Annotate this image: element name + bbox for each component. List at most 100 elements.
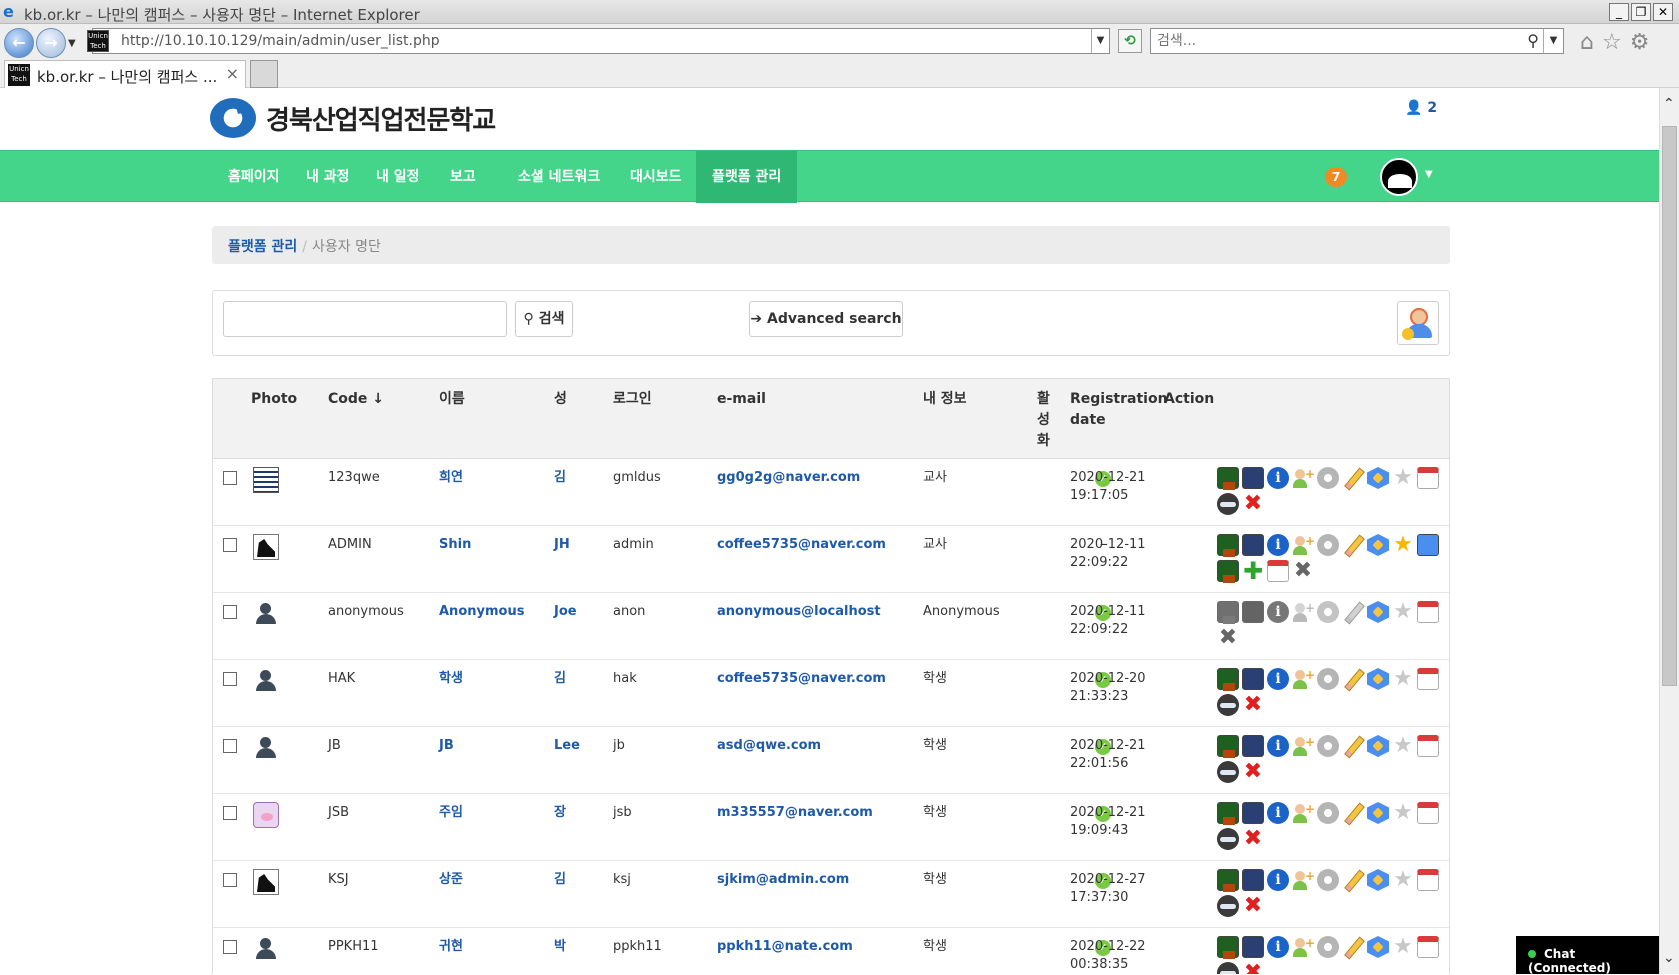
skills-badge-icon[interactable] — [1367, 601, 1389, 623]
tab-close-icon[interactable]: × — [226, 64, 239, 83]
add-to-group-icon[interactable]: + — [1292, 802, 1315, 824]
course-board-icon[interactable] — [1217, 802, 1239, 825]
user-first-name[interactable]: Shin — [439, 536, 471, 554]
row-checkbox[interactable] — [223, 806, 237, 820]
calendar-icon[interactable] — [1417, 668, 1439, 690]
add-icon[interactable]: ✚ — [1242, 559, 1264, 583]
url-text[interactable]: http://10.10.10.129/main/admin/user_list… — [121, 33, 440, 49]
user-photo[interactable] — [253, 869, 279, 895]
nav-my-agenda[interactable]: 내 일정 — [360, 151, 436, 203]
settings-icon[interactable] — [1317, 467, 1339, 489]
user-last-name[interactable]: 김 — [554, 469, 566, 487]
login-as-icon[interactable] — [1217, 962, 1239, 974]
skills-badge-icon[interactable] — [1367, 802, 1389, 824]
header-login[interactable]: 로그인 — [613, 389, 652, 410]
settings-icon[interactable] — [1317, 735, 1339, 757]
chat-button[interactable]: Chat (Connected) — [1516, 936, 1659, 975]
calendar-icon[interactable] — [1417, 936, 1439, 958]
info-icon[interactable]: i — [1267, 802, 1289, 824]
header-last-name[interactable]: 성 — [554, 389, 567, 410]
search-dropdown-icon[interactable]: ▼ — [1543, 29, 1563, 53]
page-scrollbar[interactable]: ⌃ ⌄ — [1659, 88, 1679, 974]
course-board-icon[interactable] — [1217, 735, 1239, 758]
edit-pencil-icon[interactable] — [1342, 735, 1364, 757]
star-icon[interactable]: ★ — [1392, 601, 1414, 623]
user-email[interactable]: coffee5735@naver.com — [717, 536, 886, 554]
site-logo[interactable]: 경북산업직업전문학교 — [210, 98, 496, 138]
user-last-name[interactable]: Lee — [554, 737, 580, 755]
user-email[interactable]: coffee5735@naver.com — [717, 670, 886, 688]
skills-badge-icon[interactable] — [1367, 735, 1389, 757]
calendar-icon[interactable] — [1417, 802, 1439, 824]
settings-icon[interactable] — [1317, 601, 1339, 623]
header-code[interactable]: Code ↓ — [328, 389, 384, 410]
minimize-icon[interactable]: _ — [1609, 3, 1629, 21]
row-checkbox[interactable] — [223, 672, 237, 686]
calendar-icon[interactable] — [1417, 869, 1439, 891]
refresh-button[interactable]: ⟲ — [1118, 29, 1142, 53]
calendar-icon[interactable] — [1267, 560, 1289, 582]
info-icon[interactable]: i — [1267, 668, 1289, 690]
edit-pencil-icon[interactable] — [1342, 467, 1364, 489]
star-icon[interactable]: ★ — [1392, 936, 1414, 958]
row-checkbox[interactable] — [223, 538, 237, 552]
projector-icon[interactable] — [1242, 601, 1264, 623]
info-icon[interactable]: i — [1267, 534, 1289, 556]
user-first-name[interactable]: 학생 — [439, 670, 463, 688]
add-to-group-icon[interactable]: + — [1292, 735, 1315, 757]
back-button[interactable]: ← — [4, 28, 34, 58]
user-first-name[interactable]: 주임 — [439, 804, 463, 822]
delete-icon[interactable]: ✖ — [1242, 493, 1264, 515]
course-board-icon[interactable] — [1217, 869, 1239, 892]
row-checkbox[interactable] — [223, 605, 237, 619]
nav-reporting[interactable]: 보고 — [434, 151, 492, 203]
user-first-name[interactable]: 귀현 — [439, 938, 463, 956]
course-board-icon[interactable] — [1217, 601, 1239, 624]
favorites-star-icon[interactable]: ☆ — [1602, 30, 1622, 55]
delete-icon[interactable]: ✖ — [1242, 761, 1264, 783]
projector-icon[interactable] — [1242, 467, 1264, 489]
header-first-name[interactable]: 이름 — [439, 389, 465, 410]
course-board-icon[interactable] — [1217, 534, 1239, 557]
user-email[interactable]: anonymous@localhost — [717, 603, 881, 621]
calendar-icon[interactable] — [1417, 601, 1439, 623]
login-as-icon[interactable] — [1217, 895, 1239, 917]
row-checkbox[interactable] — [223, 471, 237, 485]
delete-icon[interactable]: ✖ — [1242, 962, 1264, 975]
scrollbar-thumb[interactable] — [1662, 126, 1677, 686]
star-icon[interactable]: ★ — [1392, 668, 1414, 690]
skills-badge-icon[interactable] — [1367, 936, 1389, 958]
nav-administration[interactable]: 플랫폼 관리 — [696, 151, 798, 203]
calendar-icon[interactable] — [1417, 735, 1439, 757]
user-last-name[interactable]: Joe — [554, 603, 577, 621]
edit-pencil-icon[interactable] — [1342, 668, 1364, 690]
edit-pencil-icon[interactable] — [1342, 869, 1364, 891]
edit-pencil-icon[interactable] — [1342, 936, 1364, 958]
user-email[interactable]: m335557@naver.com — [717, 804, 873, 822]
row-checkbox[interactable] — [223, 739, 237, 753]
add-to-group-icon[interactable]: + — [1292, 936, 1315, 958]
delete-icon[interactable]: ✖ — [1292, 560, 1314, 582]
home-icon[interactable]: ⌂ — [1580, 30, 1594, 55]
edit-pencil-icon[interactable] — [1342, 534, 1364, 556]
projector-icon[interactable] — [1242, 668, 1264, 690]
delete-icon[interactable]: ✖ — [1217, 627, 1239, 649]
row-checkbox[interactable] — [223, 940, 237, 954]
settings-icon[interactable] — [1317, 936, 1339, 958]
history-dropdown-icon[interactable]: ▼ — [68, 38, 76, 49]
header-profile[interactable]: 내 정보 — [923, 389, 967, 410]
scroll-down-icon[interactable]: ⌄ — [1663, 950, 1675, 966]
search-icon[interactable]: ⚲ — [1527, 31, 1539, 50]
user-photo[interactable] — [253, 735, 279, 761]
user-last-name[interactable]: 김 — [554, 871, 566, 889]
forward-button[interactable]: → — [36, 28, 66, 58]
url-dropdown-icon[interactable]: ▼ — [1091, 29, 1109, 53]
info-icon[interactable]: i — [1267, 735, 1289, 757]
login-as-icon[interactable] — [1217, 493, 1239, 515]
user-last-name[interactable]: 장 — [554, 804, 566, 822]
tab-title[interactable]: kb.or.kr – 나만의 캠퍼스 ... — [37, 66, 217, 87]
projector-icon[interactable] — [1242, 869, 1264, 891]
user-avatar[interactable] — [1380, 158, 1418, 196]
user-email[interactable]: sjkim@admin.com — [717, 871, 849, 889]
browser-search-box[interactable]: ⚲ ▼ — [1150, 28, 1564, 54]
